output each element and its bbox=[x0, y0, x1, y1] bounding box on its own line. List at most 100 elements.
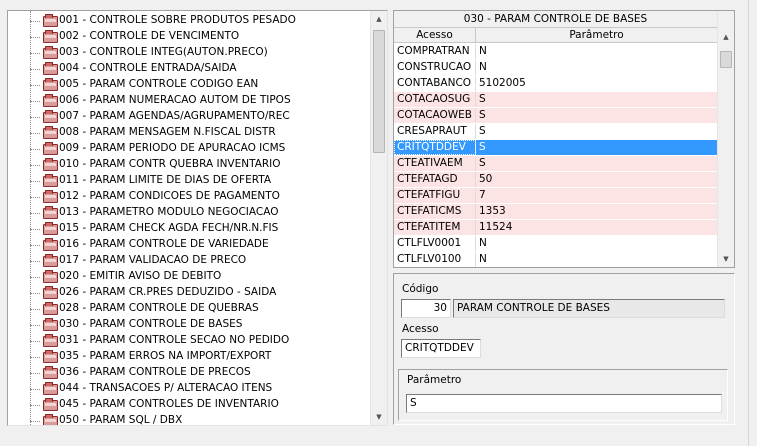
cell-acesso[interactable]: CTEFATFIGU bbox=[394, 188, 476, 203]
folder-icon bbox=[43, 30, 58, 43]
cell-acesso[interactable]: CTEFATAGD bbox=[394, 172, 476, 187]
tree-item[interactable]: 008 - PARAM MENSAGEM N.FISCAL DISTR bbox=[8, 125, 370, 141]
cell-acesso[interactable]: CONSTRUCAO bbox=[394, 60, 476, 75]
tree-item[interactable]: 012 - PARAM CONDICOES DE PAGAMENTO bbox=[8, 189, 370, 205]
cell-acesso[interactable]: CONTABANCO bbox=[394, 76, 476, 91]
tree-item[interactable]: 035 - PARAM ERROS NA IMPORT/EXPORT bbox=[8, 349, 370, 365]
tree-item[interactable]: 006 - PARAM NUMERACAO AUTOM DE TIPOS bbox=[8, 93, 370, 109]
table-row[interactable]: CTEATIVAEM S bbox=[394, 156, 717, 172]
tree-item-label: 026 - PARAM CR.PRES DEDUZIDO - SAIDA bbox=[59, 286, 277, 298]
tree-item[interactable]: 045 - PARAM CONTROLES DE INVENTARIO bbox=[8, 397, 370, 413]
tree-connector bbox=[30, 21, 40, 22]
tree-connector bbox=[30, 165, 40, 166]
tree-item-label: 044 - TRANSACOES P/ ALTERACAO ITENS bbox=[59, 382, 273, 394]
table-row[interactable]: CTLFLV0001 N bbox=[394, 236, 717, 252]
codigo-label: Código bbox=[402, 283, 439, 295]
scroll-down-arrow-icon[interactable]: ▼ bbox=[718, 251, 734, 267]
cell-acesso[interactable]: CTEFATICMS bbox=[394, 204, 476, 219]
cell-parametro[interactable]: 1353 bbox=[476, 204, 717, 219]
cell-acesso[interactable]: COMPRATRAN bbox=[394, 44, 476, 59]
tree-item[interactable]: 002 - CONTROLE DE VENCIMENTO bbox=[8, 29, 370, 45]
cell-parametro[interactable]: N bbox=[476, 236, 717, 251]
table-row-selected[interactable]: CRITQTDDEV S bbox=[394, 140, 717, 156]
cell-parametro[interactable]: S bbox=[476, 140, 717, 155]
folder-icon bbox=[43, 382, 58, 395]
cell-parametro[interactable]: N bbox=[476, 44, 717, 59]
codigo-description-field: PARAM CONTROLE DE BASES bbox=[453, 299, 725, 318]
table-row[interactable]: COTACAOWEB S bbox=[394, 108, 717, 124]
tree-connector bbox=[30, 357, 40, 358]
cell-parametro[interactable]: S bbox=[476, 108, 717, 123]
folder-icon bbox=[43, 270, 58, 283]
table-row[interactable]: CTEFATFIGU 7 bbox=[394, 188, 717, 204]
cell-parametro[interactable]: N bbox=[476, 60, 717, 75]
codigo-field[interactable]: 30 bbox=[401, 299, 451, 318]
tree-item[interactable]: 028 - PARAM CONTROLE DE QUEBRAS bbox=[8, 301, 370, 317]
parameter-grid: 030 - PARAM CONTROLE DE BASES Acesso Par… bbox=[393, 10, 735, 268]
cell-parametro[interactable]: 7 bbox=[476, 188, 717, 203]
cell-acesso[interactable]: CRITQTDDEV bbox=[394, 140, 476, 155]
tree-item[interactable]: 009 - PARAM PERIODO DE APURACAO ICMS bbox=[8, 141, 370, 157]
tree-item[interactable]: 017 - PARAM VALIDACAO DE PRECO bbox=[8, 253, 370, 269]
cell-acesso[interactable]: CTEATIVAEM bbox=[394, 156, 476, 171]
tree-item[interactable]: 004 - CONTROLE ENTRADA/SAIDA bbox=[8, 61, 370, 77]
cell-parametro[interactable]: 50 bbox=[476, 172, 717, 187]
tree-item[interactable]: 026 - PARAM CR.PRES DEDUZIDO - SAIDA bbox=[8, 285, 370, 301]
tree-item[interactable]: 044 - TRANSACOES P/ ALTERACAO ITENS bbox=[8, 381, 370, 397]
tree-item[interactable]: 010 - PARAM CONTR QUEBRA INVENTARIO bbox=[8, 157, 370, 173]
cell-acesso[interactable]: CRESAPRAUT bbox=[394, 124, 476, 139]
grid-scrollbar[interactable]: ▲ ▼ bbox=[717, 11, 734, 267]
table-row[interactable]: COMPRATRAN N bbox=[394, 44, 717, 60]
tree-item[interactable]: 011 - PARAM LIMITE DE DIAS DE OFERTA bbox=[8, 173, 370, 189]
tree-item[interactable]: 030 - PARAM CONTROLE DE BASES bbox=[8, 317, 370, 333]
scroll-thumb[interactable] bbox=[373, 30, 385, 153]
column-header-acesso[interactable]: Acesso bbox=[394, 28, 476, 42]
tree-item[interactable]: 031 - PARAM CONTROLE SECAO NO PEDIDO bbox=[8, 333, 370, 349]
parametro-field[interactable]: S bbox=[406, 394, 722, 413]
tree-item[interactable]: 003 - CONTROLE INTEG(AUTON.PRECO) bbox=[8, 45, 370, 61]
cell-parametro[interactable]: S bbox=[476, 156, 717, 171]
cell-acesso[interactable]: COTACAOSUG bbox=[394, 92, 476, 107]
cell-parametro[interactable]: 11524 bbox=[476, 220, 717, 235]
cell-acesso[interactable]: COTACAOWEB bbox=[394, 108, 476, 123]
tree-item[interactable]: 016 - PARAM CONTROLE DE VARIEDADE bbox=[8, 237, 370, 253]
acesso-label: Acesso bbox=[402, 323, 439, 335]
tree-item-label: 010 - PARAM CONTR QUEBRA INVENTARIO bbox=[59, 158, 281, 170]
cell-parametro[interactable]: N bbox=[476, 252, 717, 267]
scroll-up-arrow-icon[interactable]: ▲ bbox=[718, 29, 734, 45]
cell-parametro[interactable]: S bbox=[476, 124, 717, 139]
table-row[interactable]: CONSTRUCAO N bbox=[394, 60, 717, 76]
cell-parametro[interactable]: 5102005 bbox=[476, 76, 717, 91]
cell-acesso[interactable]: CTEFATITEM bbox=[394, 220, 476, 235]
tree-item[interactable]: 015 - PARAM CHECK AGDA FECH/NR.N.FIS bbox=[8, 221, 370, 237]
tree-item[interactable]: 013 - PARAMETRO MODULO NEGOCIACAO bbox=[8, 205, 370, 221]
tree-item[interactable]: 007 - PARAM AGENDAS/AGRUPAMENTO/REC bbox=[8, 109, 370, 125]
table-row[interactable]: CRESAPRAUT S bbox=[394, 124, 717, 140]
folder-icon bbox=[43, 222, 58, 235]
cell-acesso[interactable]: CTLFLV0100 bbox=[394, 252, 476, 267]
tree-item[interactable]: 050 - PARAM SQL / DBX bbox=[8, 413, 370, 425]
tree-item[interactable]: 001 - CONTROLE SOBRE PRODUTOS PESADO bbox=[8, 13, 370, 29]
table-row[interactable]: CTEFATITEM 11524 bbox=[394, 220, 717, 236]
tree-item[interactable]: 020 - EMITIR AVISO DE DEBITO bbox=[8, 269, 370, 285]
acesso-field[interactable]: CRITQTDDEV bbox=[401, 339, 481, 358]
scroll-up-arrow-icon[interactable]: ▲ bbox=[371, 11, 387, 27]
scroll-down-arrow-icon[interactable]: ▼ bbox=[371, 409, 387, 425]
scroll-thumb[interactable] bbox=[720, 51, 732, 68]
tree-item-label: 009 - PARAM PERIODO DE APURACAO ICMS bbox=[59, 142, 286, 154]
table-row[interactable]: CTLFLV0100 N bbox=[394, 252, 717, 267]
table-row[interactable]: CTEFATAGD 50 bbox=[394, 172, 717, 188]
cell-acesso[interactable]: CTLFLV0001 bbox=[394, 236, 476, 251]
folder-icon bbox=[43, 366, 58, 379]
column-header-parametro[interactable]: Parâmetro bbox=[476, 28, 717, 42]
tree-connector bbox=[30, 405, 40, 406]
cell-parametro[interactable]: S bbox=[476, 92, 717, 107]
tree-item[interactable]: 036 - PARAM CONTROLE DE PRECOS bbox=[8, 365, 370, 381]
tree-scrollbar[interactable]: ▲ ▼ bbox=[370, 11, 387, 425]
folder-icon bbox=[43, 238, 58, 251]
table-row[interactable]: CONTABANCO 5102005 bbox=[394, 76, 717, 92]
folder-icon bbox=[43, 318, 58, 331]
table-row[interactable]: CTEFATICMS 1353 bbox=[394, 204, 717, 220]
tree-item[interactable]: 005 - PARAM CONTROLE CODIGO EAN bbox=[8, 77, 370, 93]
table-row[interactable]: COTACAOSUG S bbox=[394, 92, 717, 108]
